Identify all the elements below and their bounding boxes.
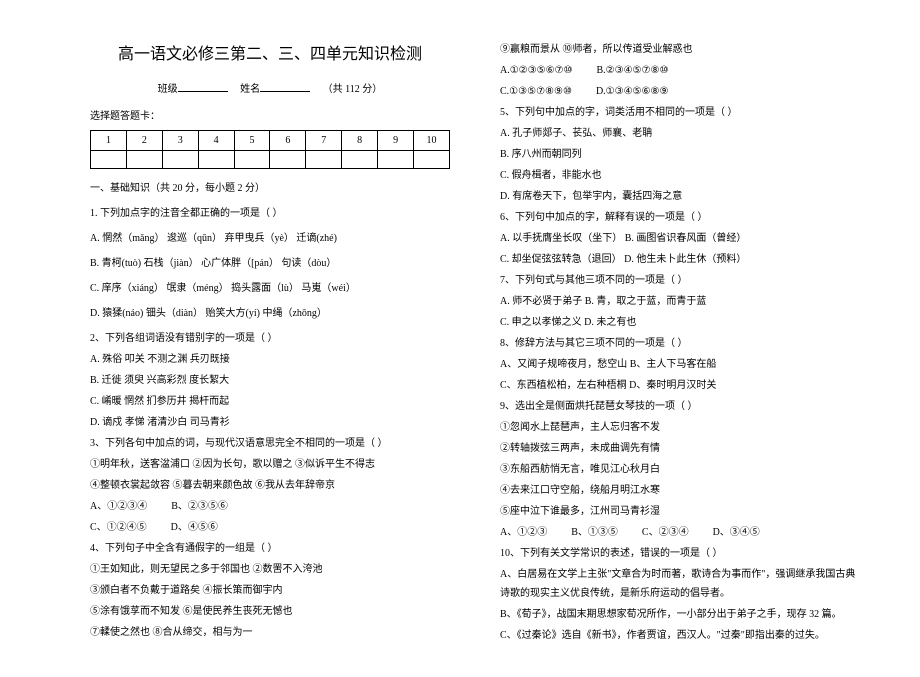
q9-line-5: ⑤座中泣下谁最多，江州司马青衫湿	[500, 502, 860, 521]
q7-opts-2: C. 申之以孝悌之义 D. 未之有也	[500, 313, 860, 332]
q4-stem: 4、下列句子中全含有通假字的一组是（ ）	[90, 539, 450, 558]
answer-grid: 1 2 3 4 5 6 7 8 9 10	[90, 130, 450, 169]
grid-cell: 3	[162, 131, 198, 151]
q9-opt-d: D、③④⑤	[713, 523, 760, 542]
grid-cell: 8	[342, 131, 378, 151]
q9-line-1: ①忽闻水上琵琶声，主人忘归客不发	[500, 418, 860, 437]
page-title: 高一语文必修三第二、三、四单元知识检测	[90, 40, 450, 70]
q2-opt-b: B. 迁徙 须臾 兴高彩烈 度长絜大	[90, 371, 450, 390]
q10-opt-a: A、白居易在文学上主张"文章合为时而著，歌诗合为事而作"，强调继承我国古典诗歌的…	[500, 565, 860, 603]
q9-line-3: ③东船西舫悄无言，唯见江心秋月白	[500, 460, 860, 479]
q3-opt-a: A、①②③④	[90, 497, 147, 516]
q4-line-3: ⑤涂有饿莩而不知发 ⑥是使民养生丧死无憾也	[90, 602, 450, 621]
class-label: 班级	[158, 84, 178, 95]
q5-opt-a: A. 孔子师郯子、苌弘、师襄、老聃	[500, 124, 860, 143]
q4-opt-d: D.①③④⑤⑥⑧⑨	[596, 82, 668, 101]
q3-stem: 3、下列各句中加点的词，与现代汉语意思完全不相同的一项是（ ）	[90, 434, 450, 453]
q2-opt-a: A. 殊俗 叩关 不测之渊 兵刃既接	[90, 350, 450, 369]
q9-options: A、①②③ B、①③⑤ C、②③④ D、③④⑤	[500, 523, 860, 542]
grid-cell: 7	[306, 131, 342, 151]
q1-stem: 1. 下列加点字的注音全都正确的一项是（ ）	[90, 204, 450, 223]
q9-opt-b: B、①③⑤	[571, 523, 618, 542]
grid-cell: 5	[234, 131, 270, 151]
q3-opt-c: C、①②④⑤	[90, 518, 147, 537]
grid-cell: 9	[378, 131, 414, 151]
q1-opt-a: A. 惘然（mǎng） 逡巡（qūn） 弃甲曳兵（yè） 迁谪(zhé)	[90, 229, 450, 248]
q6-opts-2: C. 却坐促弦弦转急（退回） D. 他生未卜此生休（预料）	[500, 250, 860, 269]
q1-opt-d: D. 猿猱(náo) 钿头（diàn） 贻笑大方(yí) 中绳（zhōng）	[90, 304, 450, 323]
answer-card-label: 选择题答题卡：	[90, 107, 450, 126]
q10-opt-c: C、《过秦论》选自《新书》，作者贾谊，西汉人。"过秦"即指出秦的过失。	[500, 626, 860, 645]
name-label: 姓名	[240, 84, 260, 95]
meta-line: 班级 姓名 （共 112 分）	[90, 80, 450, 99]
section-1-header: 一、基础知识（共 20 分，每小题 2 分）	[90, 179, 450, 198]
q9-opt-a: A、①②③	[500, 523, 547, 542]
q9-opt-c: C、②③④	[642, 523, 689, 542]
q4-line-5: ⑨赢粮而景从 ⑩师者，所以传道受业解惑也	[500, 40, 860, 59]
q8-opts-1: A、又闻子规啼夜月，愁空山 B、主人下马客在船	[500, 355, 860, 374]
q5-opt-d: D. 有席卷天下，包举宇内，囊括四海之意	[500, 187, 860, 206]
grid-cell: 1	[91, 131, 127, 151]
q2-opt-c: C. 崤暖 惘然 扪参历井 揭杆而起	[90, 392, 450, 411]
q3-options: A、①②③④ B、②③⑤⑥	[90, 497, 450, 516]
q3-options-2: C、①②④⑤ D、④⑤⑥	[90, 518, 450, 537]
q9-stem: 9、选出全是侧面烘托琵琶女琴技的一项（ ）	[500, 397, 860, 416]
q4-opt-c: C.①③⑤⑦⑧⑨⑩	[500, 82, 572, 101]
grid-cell-empty	[91, 151, 127, 169]
grid-cell: 10	[414, 131, 450, 151]
q5-opt-b: B. 序八州而朝同列	[500, 145, 860, 164]
q3-opt-d: D、④⑤⑥	[171, 518, 218, 537]
q4-line-4: ⑦輮使之然也 ⑧合从缔交，相与为一	[90, 623, 450, 642]
q4-opt-b: B.②③④⑤⑦⑧⑩	[596, 61, 668, 80]
q10-stem: 10、下列有关文学常识的表述，错误的一项是（ ）	[500, 544, 860, 563]
q7-opts-1: A. 师不必贤于弟子 B. 青，取之于蓝，而青于蓝	[500, 292, 860, 311]
right-column: ⑨赢粮而景从 ⑩师者，所以传道受业解惑也 A.①②③⑤⑥⑦⑩ B.②③④⑤⑦⑧⑩…	[500, 40, 860, 647]
q9-line-4: ④去来江口守空船，绕船月明江水寒	[500, 481, 860, 500]
q3-opt-b: B、②③⑤⑥	[171, 497, 228, 516]
q2-opt-d: D. 谪戍 孝悌 渚清沙白 司马青衫	[90, 413, 450, 432]
grid-cell: 2	[126, 131, 162, 151]
q4-opt-a: A.①②③⑤⑥⑦⑩	[500, 61, 572, 80]
q1-opt-b: B. 青柯(tuò) 石栈（jiàn） 心广体胖（[pán） 句读（dòu）	[90, 254, 450, 273]
q9-line-2: ②转轴拨弦三两声，未成曲调先有情	[500, 439, 860, 458]
q3-items-1: ①明年秋，送客湓浦口 ②因为长句，歌以赠之 ③似诉平生不得志	[90, 455, 450, 474]
score-label: （共 112 分）	[323, 84, 383, 95]
q4-options: A.①②③⑤⑥⑦⑩ B.②③④⑤⑦⑧⑩	[500, 61, 860, 80]
q5-opt-c: C. 假舟楫者，非能水也	[500, 166, 860, 185]
q6-stem: 6、下列句中加点的字，解释有误的一项是（ ）	[500, 208, 860, 227]
left-column: 高一语文必修三第二、三、四单元知识检测 班级 姓名 （共 112 分） 选择题答…	[90, 40, 450, 647]
q4-line-1: ①王如知此，则无望民之多于邻国也 ②数罟不入洿池	[90, 560, 450, 579]
q3-items-2: ④整顿衣裳起敛容 ⑤暮去朝来颜色故 ⑥我从去年辞帝京	[90, 476, 450, 495]
q10-opt-b: B、《荀子》，战国末期思想家荀况所作，一小部分出于弟子之手，现存 32 篇。	[500, 605, 860, 624]
q8-opts-2: C、东西植松柏，左右种梧桐 D、秦时明月汉时关	[500, 376, 860, 395]
q4-line-2: ③颁白者不负戴于道路矣 ④振长策而御宇内	[90, 581, 450, 600]
q7-stem: 7、下列句式与其他三项不同的一项是（ ）	[500, 271, 860, 290]
grid-cell: 4	[198, 131, 234, 151]
grid-cell: 6	[270, 131, 306, 151]
q5-stem: 5、下列句中加点的字，词类活用不相同的一项是（ ）	[500, 103, 860, 122]
q6-opts-1: A. 以手抚膺坐长叹（坐下） B. 画图省识春风面（曾经）	[500, 229, 860, 248]
q8-stem: 8、修辞方法与其它三项不同的一项是（ ）	[500, 334, 860, 353]
q4-options-2: C.①③⑤⑦⑧⑨⑩ D.①③④⑤⑥⑧⑨	[500, 82, 860, 101]
q1-opt-c: C. 庠序（xiáng） 氓隶（méng） 捣头露面（lù） 马嵬（wéi）	[90, 279, 450, 298]
q2-stem: 2、下列各组词语没有错别字的一项是（ ）	[90, 329, 450, 348]
